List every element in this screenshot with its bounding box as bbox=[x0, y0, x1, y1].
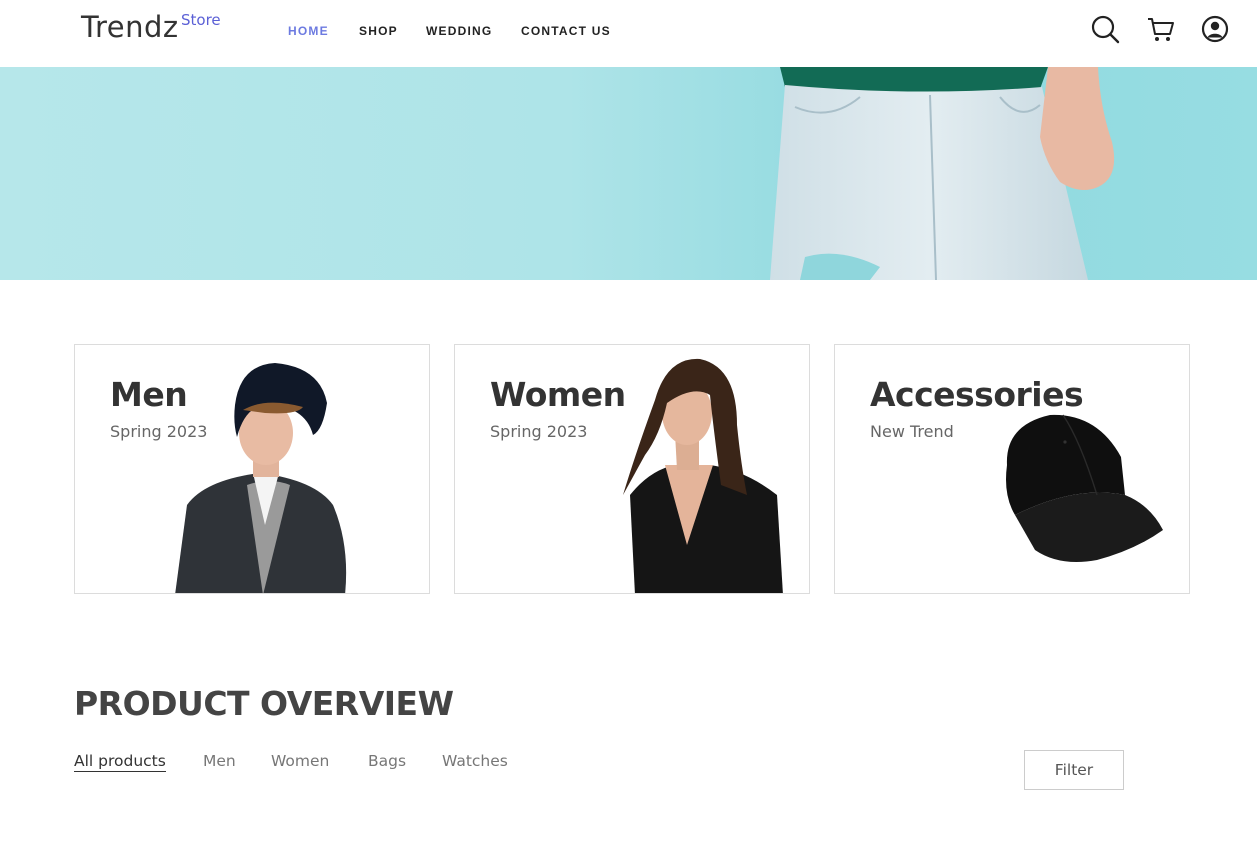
site-header: Trendz Store HOME SHOP WEDDING CONTACT U… bbox=[0, 0, 1257, 67]
hero-model-image bbox=[770, 67, 1115, 280]
tab-all-products[interactable]: All products bbox=[74, 752, 166, 772]
tab-bags[interactable]: Bags bbox=[368, 752, 406, 770]
category-card-women[interactable]: Women Spring 2023 bbox=[454, 344, 810, 594]
product-overview-title: PRODUCT OVERVIEW bbox=[74, 684, 454, 723]
logo[interactable]: Trendz bbox=[81, 10, 179, 44]
tab-watches[interactable]: Watches bbox=[442, 752, 508, 770]
cart-icon[interactable] bbox=[1146, 14, 1176, 44]
category-subtitle: Spring 2023 bbox=[490, 422, 588, 441]
category-card-men[interactable]: Men Spring 2023 bbox=[74, 344, 430, 594]
filter-button[interactable]: Filter bbox=[1024, 750, 1124, 790]
category-subtitle: New Trend bbox=[870, 422, 954, 441]
search-icon[interactable] bbox=[1090, 14, 1120, 44]
hero-banner bbox=[0, 67, 1257, 280]
category-title: Men bbox=[110, 375, 188, 414]
tab-men[interactable]: Men bbox=[203, 752, 236, 770]
logo-superscript: Store bbox=[181, 11, 221, 29]
tab-women[interactable]: Women bbox=[271, 752, 329, 770]
category-title: Accessories bbox=[870, 375, 1084, 414]
nav-contact-us[interactable]: CONTACT US bbox=[521, 24, 611, 38]
nav-wedding[interactable]: WEDDING bbox=[426, 24, 492, 38]
nav-home[interactable]: HOME bbox=[288, 24, 329, 38]
nav-shop[interactable]: SHOP bbox=[359, 24, 398, 38]
category-card-accessories[interactable]: Accessories New Trend bbox=[834, 344, 1190, 594]
user-account-icon[interactable] bbox=[1200, 14, 1230, 44]
category-subtitle: Spring 2023 bbox=[110, 422, 208, 441]
category-title: Women bbox=[490, 375, 626, 414]
